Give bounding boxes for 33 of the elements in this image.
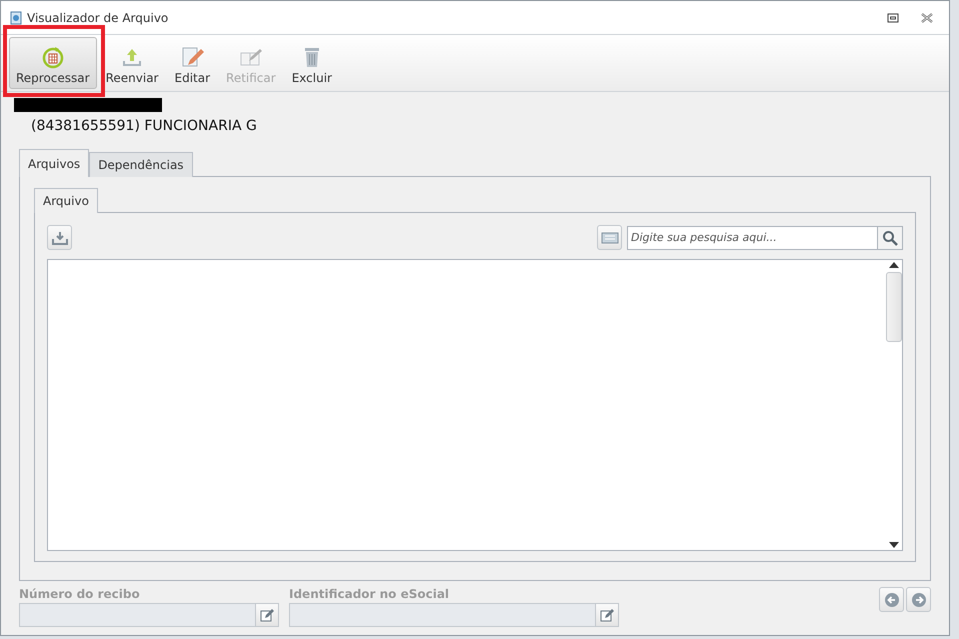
edit-button[interactable] — [595, 603, 619, 627]
scroll-down-icon[interactable] — [889, 542, 899, 548]
close-icon[interactable] — [921, 12, 933, 22]
search-icon — [882, 230, 898, 246]
edit-button[interactable] — [255, 603, 279, 627]
restore-icon[interactable] — [887, 12, 899, 22]
xml-button[interactable] — [597, 225, 622, 250]
toolbar-button[interactable]: Editar — [168, 37, 218, 89]
document-icon — [9, 10, 23, 24]
scrollbar[interactable] — [886, 260, 902, 550]
refresh-calculator-icon — [40, 45, 65, 69]
pencil-document-icon — [180, 45, 204, 69]
edit-icon — [600, 608, 614, 622]
toolbar-button[interactable]: Excluir — [284, 37, 339, 89]
toolbar-button[interactable]: Reprocessar — [9, 37, 97, 89]
toolbar-button[interactable]: Reenviar — [98, 37, 166, 89]
download-icon — [52, 230, 68, 244]
tab[interactable]: Arquivos — [19, 149, 90, 177]
tab[interactable]: Dependências — [89, 152, 193, 177]
window-title: Visualizador de Arquivo — [27, 10, 170, 24]
field-label: Número do recibo — [19, 587, 141, 601]
next-button[interactable] — [906, 587, 931, 612]
previous-button[interactable] — [879, 587, 904, 612]
search-button[interactable] — [877, 226, 903, 250]
field-label: Identificador no eSocial — [289, 587, 450, 601]
document-icon — [600, 232, 618, 244]
tab[interactable]: Arquivo — [34, 188, 98, 213]
scroll-up-icon[interactable] — [889, 262, 899, 268]
scroll-thumb[interactable] — [886, 272, 902, 342]
download-button[interactable] — [47, 225, 72, 250]
edit-icon — [260, 608, 274, 622]
search-field[interactable]: Digite sua pesquisa aqui... — [627, 226, 877, 250]
employee-name: (84381655591) FUNCIONARIA G — [31, 118, 258, 134]
